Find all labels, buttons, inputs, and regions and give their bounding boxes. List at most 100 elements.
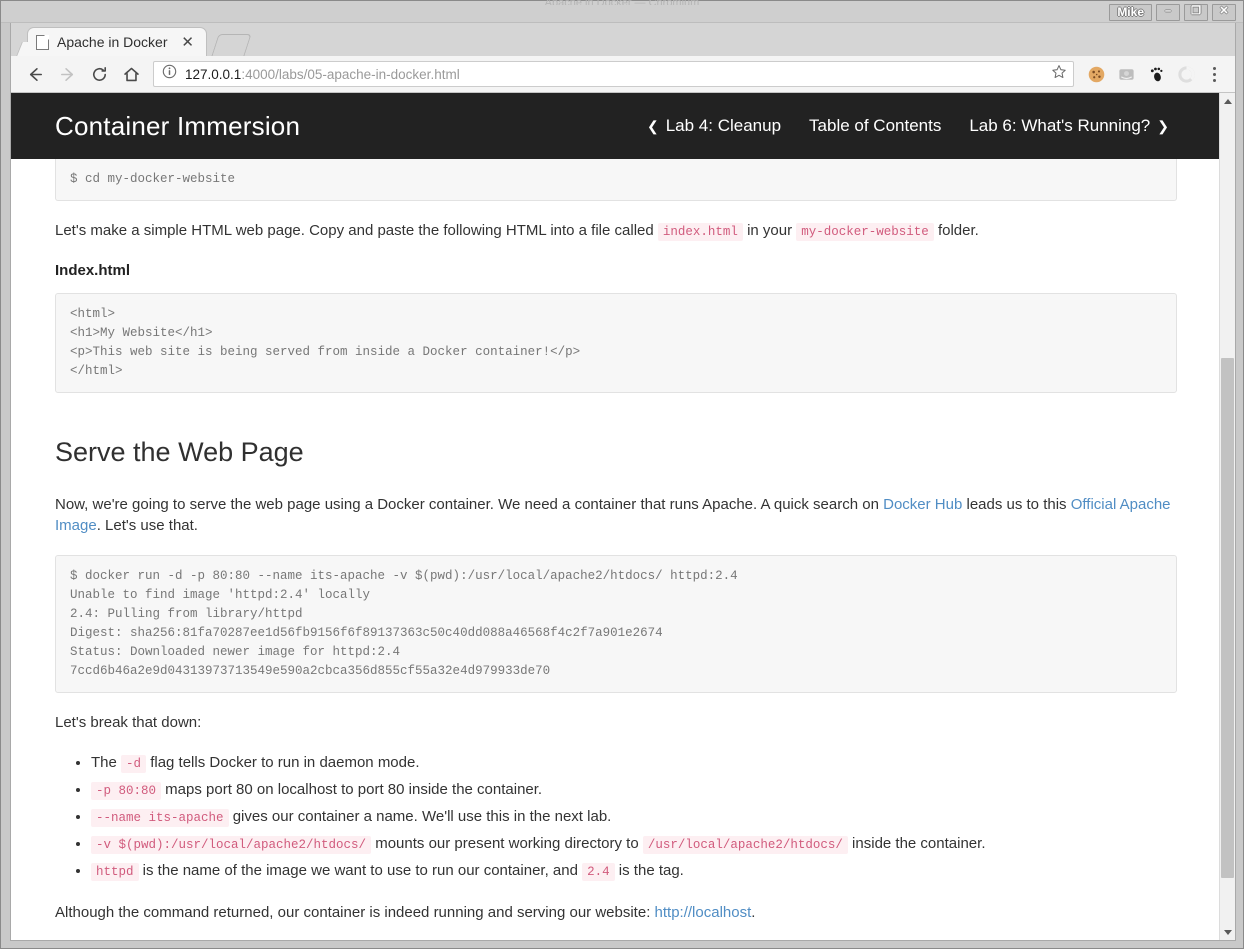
extension-toolbar xyxy=(1082,60,1226,89)
scroll-up-arrow-icon[interactable] xyxy=(1220,93,1235,109)
nav-next-lab[interactable]: Lab 6: What's Running? ❯ xyxy=(969,116,1169,136)
menu-dot xyxy=(1212,78,1216,82)
chevron-right-icon: ❯ xyxy=(1157,117,1169,134)
home-icon xyxy=(123,67,139,81)
address-bar[interactable]: 127.0.0.1:4000/labs/05-apache-in-docker.… xyxy=(153,61,1074,87)
inline-code-index-html: index.html xyxy=(657,223,743,241)
close-button[interactable]: ✕ xyxy=(1212,4,1236,21)
list-item: httpd is the name of the image we want t… xyxy=(91,860,1177,883)
intro-paragraph: Let's make a simple HTML web page. Copy … xyxy=(55,220,1177,243)
nav-toc[interactable]: Table of Contents xyxy=(809,116,941,136)
inline-code-tag: 2.4 xyxy=(582,863,615,881)
cookie-icon[interactable] xyxy=(1082,60,1111,89)
maximize-icon: ❐ xyxy=(1191,5,1201,17)
closing-text-1-end: . xyxy=(751,904,756,921)
inline-code-flag: -p 80:80 xyxy=(91,782,162,800)
bullet-post: maps port 80 on localhost to port 80 ins… xyxy=(161,781,543,798)
triangle-down xyxy=(1223,929,1232,935)
reload-icon xyxy=(92,66,106,81)
window-titlebar: Apache in Docker — Chromium Mike – ❐ ✕ xyxy=(1,0,1243,23)
intro-text-3: folder. xyxy=(933,222,979,239)
back-button[interactable] xyxy=(20,59,50,89)
scroll-down-arrow-icon[interactable] xyxy=(1220,924,1235,940)
maximize-button[interactable]: ❐ xyxy=(1184,4,1208,21)
html-source-code-block: <html> <h1>My Website</h1> <p>This web s… xyxy=(55,293,1177,393)
url-host: 127.0.0.1 xyxy=(185,66,242,82)
tab-title: Apache in Docker xyxy=(57,34,168,50)
serve-section-heading: Serve the Web Page xyxy=(55,437,304,467)
breakdown-intro-paragraph: Let's break that down: xyxy=(55,714,202,731)
nav-next-label: Lab 6: What's Running? xyxy=(969,116,1151,135)
web-page: Container Immersion ❮ Lab 4: Cleanup Tabl… xyxy=(11,93,1221,940)
index-html-subheading: Index.html xyxy=(55,262,131,279)
bullet-post-2: is the tag. xyxy=(614,862,684,879)
window-controls: Mike – ❐ ✕ xyxy=(1109,4,1236,21)
page-scrollbar[interactable] xyxy=(1219,93,1235,940)
nav-prev-label: Lab 4: Cleanup xyxy=(665,116,782,135)
bookmark-star-icon[interactable] xyxy=(1051,64,1067,85)
inline-code-flag: -v $(pwd):/usr/local/apache2/htdocs/ xyxy=(91,836,372,854)
bullet-post: gives our container a name. We'll use th… xyxy=(228,808,612,825)
circle-extension-icon[interactable] xyxy=(1172,60,1201,89)
minimize-icon: – xyxy=(1164,5,1172,17)
intro-text-1: Let's make a simple HTML web page. Copy … xyxy=(55,222,658,239)
serve-text-3: . Let's use that. xyxy=(96,517,198,534)
forward-button[interactable] xyxy=(52,59,82,89)
inline-code-image: httpd xyxy=(91,863,139,881)
bullet-post: flag tells Docker to run in daemon mode. xyxy=(146,754,420,771)
serve-paragraph: Now, we're going to serve the web page u… xyxy=(55,494,1177,536)
scrollbar-thumb[interactable] xyxy=(1221,358,1234,878)
localhost-link[interactable]: http://localhost xyxy=(655,904,752,921)
url-path: :4000/labs/05-apache-in-docker.html xyxy=(241,66,460,82)
site-header: Container Immersion ❮ Lab 4: Cleanup Tabl… xyxy=(11,93,1221,159)
minimize-button[interactable]: – xyxy=(1156,4,1180,21)
triangle-up xyxy=(1223,98,1232,104)
home-button[interactable] xyxy=(116,59,146,89)
close-icon: ✕ xyxy=(1219,5,1229,17)
grayscale-extension-icon[interactable] xyxy=(1112,60,1141,89)
menu-dot xyxy=(1212,72,1216,76)
footprint-icon[interactable] xyxy=(1142,60,1171,89)
browser-menu-button[interactable] xyxy=(1202,60,1226,89)
url-text: 127.0.0.1:4000/labs/05-apache-in-docker.… xyxy=(185,67,1045,82)
inline-code-flag: -d xyxy=(121,755,147,773)
bullet-post: is the name of the image we want to use … xyxy=(138,862,583,879)
docker-hub-link[interactable]: Docker Hub xyxy=(883,496,962,513)
list-item: The -d flag tells Docker to run in daemo… xyxy=(91,752,1177,775)
serve-text-1: Now, we're going to serve the web page u… xyxy=(55,496,884,513)
user-label: Mike xyxy=(1109,4,1152,21)
tab-close-icon[interactable]: ✕ xyxy=(177,33,198,51)
forward-arrow-icon xyxy=(60,67,73,81)
tab-strip: Apache in Docker ✕ xyxy=(11,23,1235,56)
flag-explanation-list: The -d flag tells Docker to run in daemo… xyxy=(55,752,1177,883)
page-info-icon[interactable] xyxy=(162,64,177,84)
bullet-post: mounts our present working directory to xyxy=(371,835,643,852)
browser-tab[interactable]: Apache in Docker ✕ xyxy=(27,27,207,56)
os-window: Apache in Docker — Chromium Mike – ❐ ✕ A… xyxy=(0,0,1244,949)
docker-run-code-block: $ docker run -d -p 80:80 --name its-apac… xyxy=(55,555,1177,693)
site-nav: ❮ Lab 4: Cleanup Table of Contents Lab 6:… xyxy=(647,116,1177,136)
page-title: Container Immersion xyxy=(55,110,301,141)
list-item: --name its-apache gives our container a … xyxy=(91,806,1177,829)
back-arrow-icon xyxy=(29,67,42,81)
new-tab-button[interactable] xyxy=(211,34,252,56)
page-icon xyxy=(36,34,49,50)
nav-toc-label: Table of Contents xyxy=(809,116,942,135)
nav-prev-lab[interactable]: ❮ Lab 4: Cleanup xyxy=(647,116,781,136)
list-item: -v $(pwd):/usr/local/apache2/htdocs/ mou… xyxy=(91,833,1177,856)
cd-command-code-block: $ cd my-docker-website xyxy=(55,159,1177,201)
list-item: -p 80:80 maps port 80 on localhost to po… xyxy=(91,779,1177,802)
menu-dot xyxy=(1212,66,1216,70)
closing-paragraph-1: Although the command returned, our conta… xyxy=(55,902,1177,923)
bullet-post-2: inside the container. xyxy=(847,835,986,852)
page-content: $ cd my-docker-website Let's make a simp… xyxy=(11,159,1221,940)
inline-code-folder: my-docker-website xyxy=(796,223,934,241)
serve-text-2: leads us to this xyxy=(962,496,1071,513)
inline-code-flag: --name its-apache xyxy=(91,809,229,827)
bullet-pre: The xyxy=(91,754,122,771)
reload-button[interactable] xyxy=(84,59,114,89)
chevron-left-icon: ❮ xyxy=(646,117,659,134)
intro-text-2: in your xyxy=(742,222,797,239)
closing-text-1: Although the command returned, our conta… xyxy=(55,904,655,921)
browser-window: Apache in Docker ✕ 127.0.0.1:4000/labs/0… xyxy=(10,23,1236,941)
